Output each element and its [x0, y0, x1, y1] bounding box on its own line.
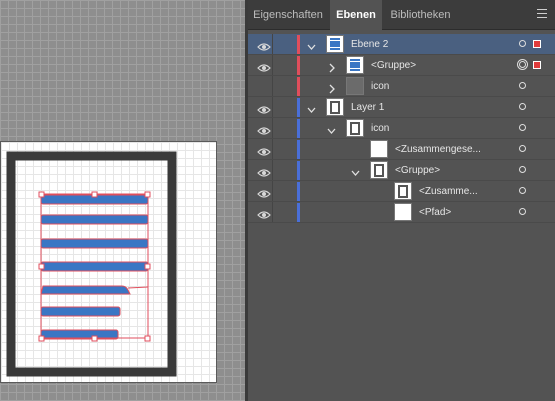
layer-name[interactable]: <Gruppe>: [371, 55, 416, 76]
visibility-eye-icon[interactable]: [257, 39, 271, 51]
text-line: [40, 306, 121, 317]
layer-row[interactable]: <Pfad>: [248, 202, 555, 223]
lock-column[interactable]: [272, 55, 273, 76]
text-line: [40, 214, 149, 225]
layer-row[interactable]: Ebene 2: [248, 34, 555, 55]
text-line: [40, 261, 149, 272]
lock-column[interactable]: [272, 160, 273, 181]
layer-row[interactable]: icon: [248, 118, 555, 139]
layer-color-bar: [297, 182, 300, 201]
layer-name[interactable]: Ebene 2: [351, 34, 388, 55]
lock-column[interactable]: [272, 181, 273, 202]
tab-ebenen[interactable]: Ebenen: [330, 0, 382, 30]
chevron-down-icon[interactable]: [307, 39, 316, 50]
layer-color-bar: [297, 140, 300, 159]
visibility-eye-icon[interactable]: [257, 165, 271, 177]
layer-thumbnail: [370, 140, 388, 158]
layer-list: Ebene 2 <Gruppe> icon Layer 1 icon <Zusammeng…: [248, 34, 555, 401]
chevron-down-icon[interactable]: [307, 102, 316, 113]
target-circle-icon[interactable]: [519, 166, 526, 173]
layer-thumbnail: [346, 119, 364, 137]
chevron-down-icon[interactable]: [351, 165, 360, 176]
layer-row[interactable]: <Zusamme...: [248, 181, 555, 202]
chevron-right-icon[interactable]: [327, 81, 336, 94]
layers-panel: Eigenschaften Ebenen Bibliotheken Ebene …: [248, 0, 555, 401]
layer-color-bar: [297, 77, 300, 96]
tab-bibliotheken[interactable]: Bibliotheken: [384, 0, 457, 30]
selection-handle: [144, 335, 151, 342]
target-circle-icon[interactable]: [519, 40, 526, 47]
layer-color-bar: [297, 203, 300, 222]
target-circle-icon[interactable]: [517, 59, 528, 70]
selection-indicator[interactable]: [533, 61, 541, 69]
layer-name[interactable]: <Zusamme...: [419, 181, 478, 202]
layer-row[interactable]: <Gruppe>: [248, 160, 555, 181]
selection-handle: [38, 191, 45, 198]
layer-color-bar: [297, 98, 300, 117]
layer-row[interactable]: <Zusammengese...: [248, 139, 555, 160]
tab-eigenschaften[interactable]: Eigenschaften: [248, 0, 328, 30]
artwork-svg: [6, 151, 177, 377]
selection-indicator[interactable]: [533, 40, 541, 48]
target-circle-icon[interactable]: [519, 145, 526, 152]
layer-name[interactable]: icon: [371, 118, 389, 139]
layer-thumbnail: [326, 35, 344, 53]
layer-color-bar: [297, 119, 300, 138]
text-line: [40, 238, 149, 249]
canvas-area[interactable]: [0, 0, 248, 401]
layer-row[interactable]: icon: [248, 76, 555, 97]
target-circle-icon[interactable]: [519, 124, 526, 131]
visibility-eye-icon[interactable]: [257, 207, 271, 219]
selection-handle: [91, 335, 98, 342]
selection-handle: [91, 191, 98, 198]
target-circle-icon[interactable]: [519, 208, 526, 215]
lock-column[interactable]: [272, 97, 273, 118]
layer-name[interactable]: <Gruppe>: [395, 160, 440, 181]
layer-color-bar: [297, 56, 300, 75]
row-divider: [248, 222, 555, 223]
target-circle-icon[interactable]: [519, 187, 526, 194]
visibility-eye-icon[interactable]: [257, 186, 271, 198]
layer-thumbnail: [346, 56, 364, 74]
visibility-eye-icon[interactable]: [257, 102, 271, 114]
layer-thumbnail: [394, 203, 412, 221]
visibility-eye-icon[interactable]: [257, 123, 271, 135]
layer-name[interactable]: Layer 1: [351, 97, 384, 118]
layer-row[interactable]: <Gruppe>: [248, 55, 555, 76]
panel-menu-icon[interactable]: [537, 9, 547, 19]
layer-color-bar: [297, 161, 300, 180]
text-line: [40, 285, 131, 295]
selection-handle: [38, 263, 45, 270]
lock-column[interactable]: [272, 34, 273, 55]
layer-thumbnail: [394, 182, 412, 200]
layer-name[interactable]: <Pfad>: [419, 202, 451, 223]
lock-column[interactable]: [272, 139, 273, 160]
layer-name[interactable]: <Zusammengese...: [395, 139, 481, 160]
selection-handle: [144, 191, 151, 198]
visibility-eye-icon[interactable]: [257, 144, 271, 156]
layer-thumbnail: [346, 77, 364, 95]
visibility-eye-icon[interactable]: [257, 60, 271, 72]
layer-thumbnail: [326, 98, 344, 116]
lock-column[interactable]: [272, 118, 273, 139]
chevron-right-icon[interactable]: [327, 60, 336, 73]
lock-column[interactable]: [272, 76, 273, 97]
panel-tab-bar: Eigenschaften Ebenen Bibliotheken: [248, 0, 555, 30]
layer-color-bar: [297, 35, 300, 54]
layer-name[interactable]: icon: [371, 76, 389, 97]
target-circle-icon[interactable]: [519, 82, 526, 89]
target-circle-icon[interactable]: [519, 103, 526, 110]
visibility-eye-icon[interactable]: [257, 81, 271, 91]
selection-handle: [38, 335, 45, 342]
chevron-down-icon[interactable]: [327, 123, 336, 134]
layer-row[interactable]: Layer 1: [248, 97, 555, 118]
selection-handle: [144, 263, 151, 270]
lock-column[interactable]: [272, 202, 273, 223]
text-lines[interactable]: [40, 194, 149, 340]
layer-thumbnail: [370, 161, 388, 179]
